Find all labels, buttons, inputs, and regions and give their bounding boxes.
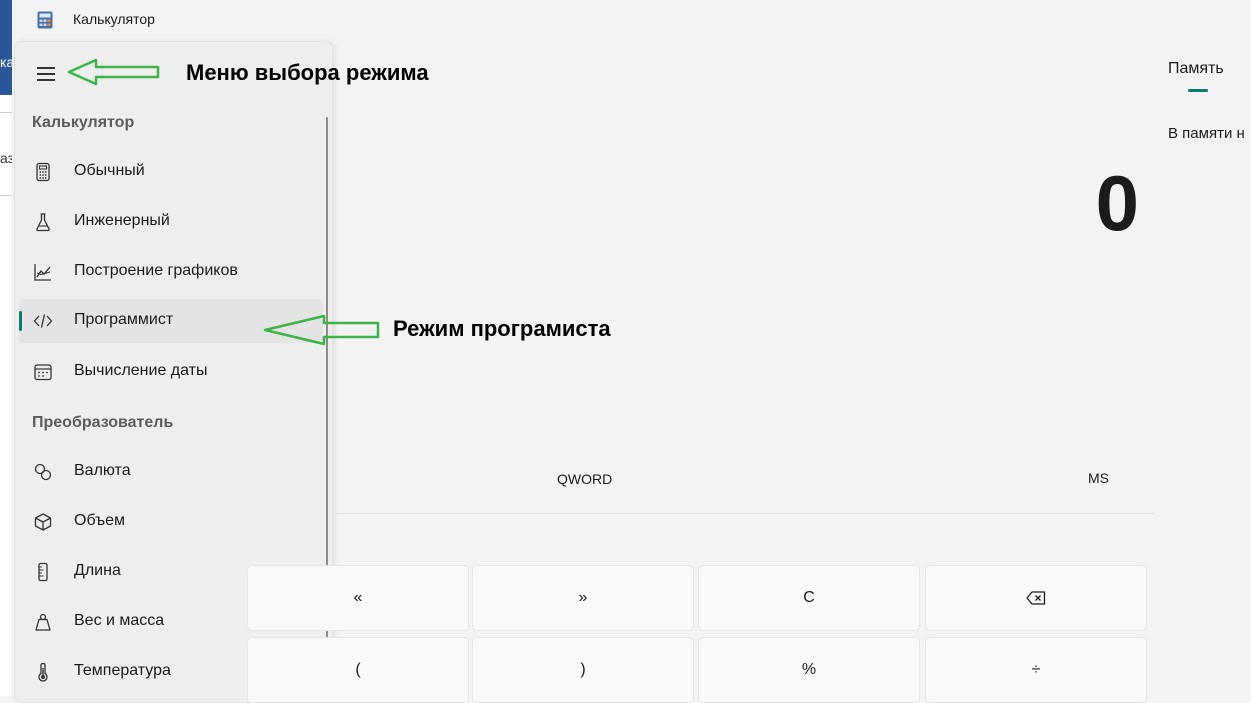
word-size-button[interactable]: QWORD [557,471,612,487]
nav-item-currency[interactable]: Валюта [19,450,323,494]
nav-item-label: Объем [74,512,125,529]
nav-item-label: Программист [74,311,174,328]
thermometer-icon [38,662,48,682]
annotation-menu-label: Меню выбора режима [186,60,429,85]
nav-item-graphing[interactable]: Построение графиков [19,250,323,294]
background-window-header [0,0,12,95]
key-label: » [578,589,588,606]
section-title-converter: Преобразователь [32,414,174,431]
key-label: ( [355,661,361,678]
nav-item-standard[interactable]: Обычный [19,150,323,194]
percent-key[interactable]: % [698,637,920,703]
calendar-icon [34,364,52,381]
calculator-app-icon [37,11,53,29]
memory-empty-text: В памяти н [1168,125,1245,142]
nav-item-label: Валюта [74,462,131,479]
close-paren-key[interactable]: ) [472,637,694,703]
weight-icon [35,613,51,631]
background-window-text-2: аз [0,150,12,166]
divide-key[interactable]: ÷ [925,637,1147,703]
selection-indicator [19,311,22,331]
nav-item-label: Температура [74,662,171,679]
currency-icon [34,463,52,481]
backspace-key[interactable] [925,565,1147,631]
nav-item-label: Вычисление даты [74,362,208,379]
nav-item-label: Инженерный [74,212,170,229]
background-divider [0,112,12,113]
calculator-icon [36,162,50,182]
clear-key[interactable]: C [698,565,920,631]
annotation-arrow-programmer [263,314,380,346]
cube-icon [34,513,52,531]
nav-item-label: Обычный [74,162,145,179]
annotation-arrow-menu [67,58,160,86]
nav-item-label: Длина [74,562,121,579]
key-label: ) [580,661,586,678]
background-window-strip: ка аз [0,0,12,696]
section-title-calculator: Калькулятор [32,114,135,131]
key-label: « [353,589,363,606]
ruler-icon [38,562,48,582]
flask-icon [36,213,50,232]
keypad-divider [332,513,1154,514]
nav-item-label: Вес и масса [74,612,165,629]
nav-item-date-calculation[interactable]: Вычисление даты [19,350,323,394]
code-icon [33,314,53,328]
app-title: Калькулятор [73,11,155,27]
key-label: ÷ [1031,661,1041,678]
open-paren-key[interactable]: ( [247,637,469,703]
key-label: % [801,661,817,678]
title-bar [12,0,1251,40]
right-shift-key[interactable]: » [472,565,694,631]
memory-store-button[interactable]: MS [1088,470,1109,486]
nav-item-volume[interactable]: Объем [19,500,323,544]
memory-tab-underline [1188,89,1208,92]
hamburger-menu-button[interactable] [35,62,59,86]
nav-item-label: Построение графиков [74,262,238,279]
memory-tab[interactable]: Память [1168,60,1224,78]
key-label: C [803,589,815,606]
background-divider-2 [0,195,12,196]
nav-item-scientific[interactable]: Инженерный [19,200,323,244]
annotation-programmer-label: Режим програмиста [393,316,611,341]
backspace-icon [1026,591,1046,605]
graph-icon [34,264,51,281]
background-window-text: ка [0,54,12,70]
result-display: 0 [1095,159,1139,247]
left-shift-key[interactable]: « [247,565,469,631]
